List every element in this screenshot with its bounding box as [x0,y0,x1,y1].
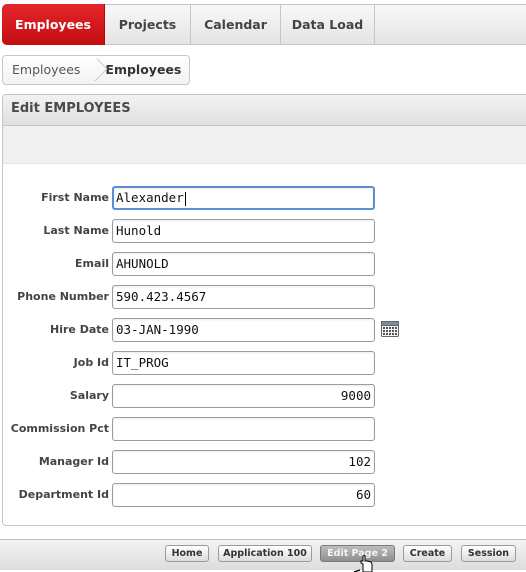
dev-home-button[interactable]: Home [165,545,209,562]
breadcrumb-current: Employees [105,62,182,77]
region-title: Edit EMPLOYEES [3,95,526,126]
developer-toolbar: Home Application 100 Edit Page 2 Create … [0,539,526,570]
tab-employees[interactable]: Employees [2,4,105,45]
tab-projects[interactable]: Projects [105,5,191,44]
region-button-bar [3,126,526,164]
last-name-label: Last Name [43,224,109,237]
top-tabs: Employees Projects Calendar Data Load [2,4,526,45]
dev-create-button[interactable]: Create [403,545,452,562]
hand-cursor-icon [354,555,373,572]
commission-pct-field[interactable] [112,417,375,441]
salary-label: Salary [69,389,109,402]
job-id-field[interactable]: IT_PROG [112,351,375,375]
dev-application-button[interactable]: Application 100 [218,545,312,562]
breadcrumb-parent-link[interactable]: Employees [3,56,89,84]
first-name-field[interactable]: Alexander [112,186,375,210]
first-name-value: Alexander [116,190,184,205]
department-id-label: Department Id [18,488,109,501]
last-name-field[interactable]: Hunold [112,219,375,243]
phone-number-field[interactable]: 590.423.4567 [112,285,375,309]
phone-number-label: Phone Number [17,290,109,303]
manager-id-field[interactable]: 102 [112,450,375,474]
dev-session-button[interactable]: Session [461,545,516,562]
email-field[interactable]: AHUNOLD [112,252,375,276]
hire-date-label: Hire Date [50,323,109,336]
manager-id-label: Manager Id [38,455,109,468]
tab-calendar[interactable]: Calendar [191,5,281,44]
first-name-label: First Name [41,191,109,204]
email-label: Email [75,257,109,270]
page: Employees Projects Calendar Data Load Em… [0,0,526,572]
tab-data-load[interactable]: Data Load [281,5,375,44]
department-id-field[interactable]: 60 [112,483,375,507]
salary-field[interactable]: 9000 [112,384,375,408]
calendar-icon[interactable] [381,321,399,337]
text-caret [184,191,186,206]
commission-pct-label: Commission Pct [10,422,109,435]
breadcrumb: Employees Employees [2,55,191,85]
hire-date-field[interactable]: 03-JAN-1990 [112,318,375,342]
breadcrumb-separator [89,56,99,84]
job-id-label: Job Id [73,356,109,369]
edit-employees-region: Edit EMPLOYEES First Name Alexander Last… [2,94,526,526]
